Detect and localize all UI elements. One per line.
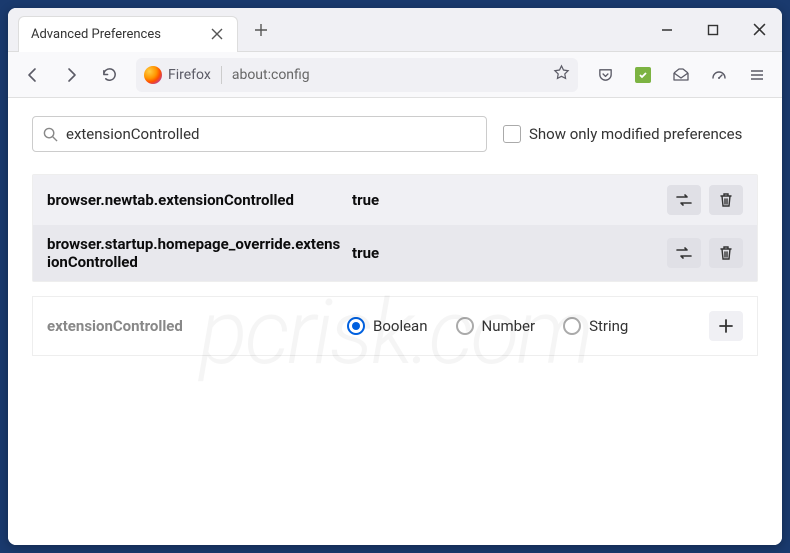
identity-box[interactable]: Firefox — [144, 66, 222, 84]
pref-name: browser.newtab.extensionControlled — [47, 191, 352, 209]
radio-icon — [456, 317, 474, 335]
delete-button[interactable] — [709, 185, 743, 215]
forward-button[interactable] — [54, 58, 88, 92]
radio-label: String — [589, 317, 628, 335]
bookmark-star-icon[interactable] — [553, 64, 570, 85]
firefox-logo-icon — [144, 66, 162, 84]
type-number-radio[interactable]: Number — [456, 317, 536, 335]
page-content: pcrisk.com Show only modified preference… — [8, 98, 782, 545]
url-bar[interactable]: Firefox about:config — [136, 58, 578, 92]
pref-actions — [667, 185, 743, 215]
pref-value: true — [352, 191, 667, 209]
new-pref-row: extensionControlled Boolean Number Strin… — [32, 296, 758, 356]
toggle-button[interactable] — [667, 238, 701, 268]
browser-tab[interactable]: Advanced Preferences — [18, 16, 238, 52]
radio-label: Number — [482, 317, 536, 335]
pref-search-box[interactable] — [32, 116, 487, 152]
maximize-button[interactable] — [690, 8, 736, 52]
show-modified-checkbox[interactable]: Show only modified preferences — [503, 125, 742, 143]
app-menu-button[interactable] — [740, 58, 774, 92]
identity-label: Firefox — [168, 67, 211, 83]
tab-title: Advanced Preferences — [31, 27, 209, 42]
radio-label: Boolean — [373, 317, 428, 335]
type-boolean-radio[interactable]: Boolean — [347, 317, 428, 335]
titlebar: Advanced Preferences — [8, 8, 782, 52]
toggle-button[interactable] — [667, 185, 701, 215]
browser-window: Advanced Preferences — [8, 8, 782, 545]
search-row: Show only modified preferences — [32, 116, 758, 152]
pref-list: browser.newtab.extensionControlled true … — [32, 174, 758, 282]
close-window-button[interactable] — [736, 8, 782, 52]
show-modified-label: Show only modified preferences — [529, 125, 742, 143]
extension-button[interactable] — [626, 58, 660, 92]
radio-icon — [347, 317, 365, 335]
checkbox-icon — [503, 125, 521, 143]
type-string-radio[interactable]: String — [563, 317, 628, 335]
new-tab-button[interactable] — [246, 15, 276, 45]
close-tab-icon[interactable] — [209, 26, 225, 42]
dashboard-button[interactable] — [702, 58, 736, 92]
pref-row[interactable]: browser.newtab.extensionControlled true — [33, 175, 757, 225]
pref-actions — [667, 238, 743, 268]
pref-value: true — [352, 244, 667, 262]
pref-name: browser.startup.homepage_override.extens… — [47, 235, 352, 271]
inbox-button[interactable] — [664, 58, 698, 92]
delete-button[interactable] — [709, 238, 743, 268]
pocket-button[interactable] — [588, 58, 622, 92]
minimize-button[interactable] — [644, 8, 690, 52]
window-controls — [644, 8, 782, 52]
reload-button[interactable] — [92, 58, 126, 92]
pref-row[interactable]: browser.startup.homepage_override.extens… — [33, 225, 757, 281]
type-radio-group: Boolean Number String — [347, 317, 709, 335]
radio-icon — [563, 317, 581, 335]
nav-toolbar: Firefox about:config — [8, 52, 782, 98]
add-pref-button[interactable] — [709, 311, 743, 341]
pref-search-input[interactable] — [66, 125, 476, 143]
search-icon — [43, 127, 58, 142]
url-text: about:config — [232, 67, 553, 83]
back-button[interactable] — [16, 58, 50, 92]
new-pref-name: extensionControlled — [47, 317, 347, 335]
